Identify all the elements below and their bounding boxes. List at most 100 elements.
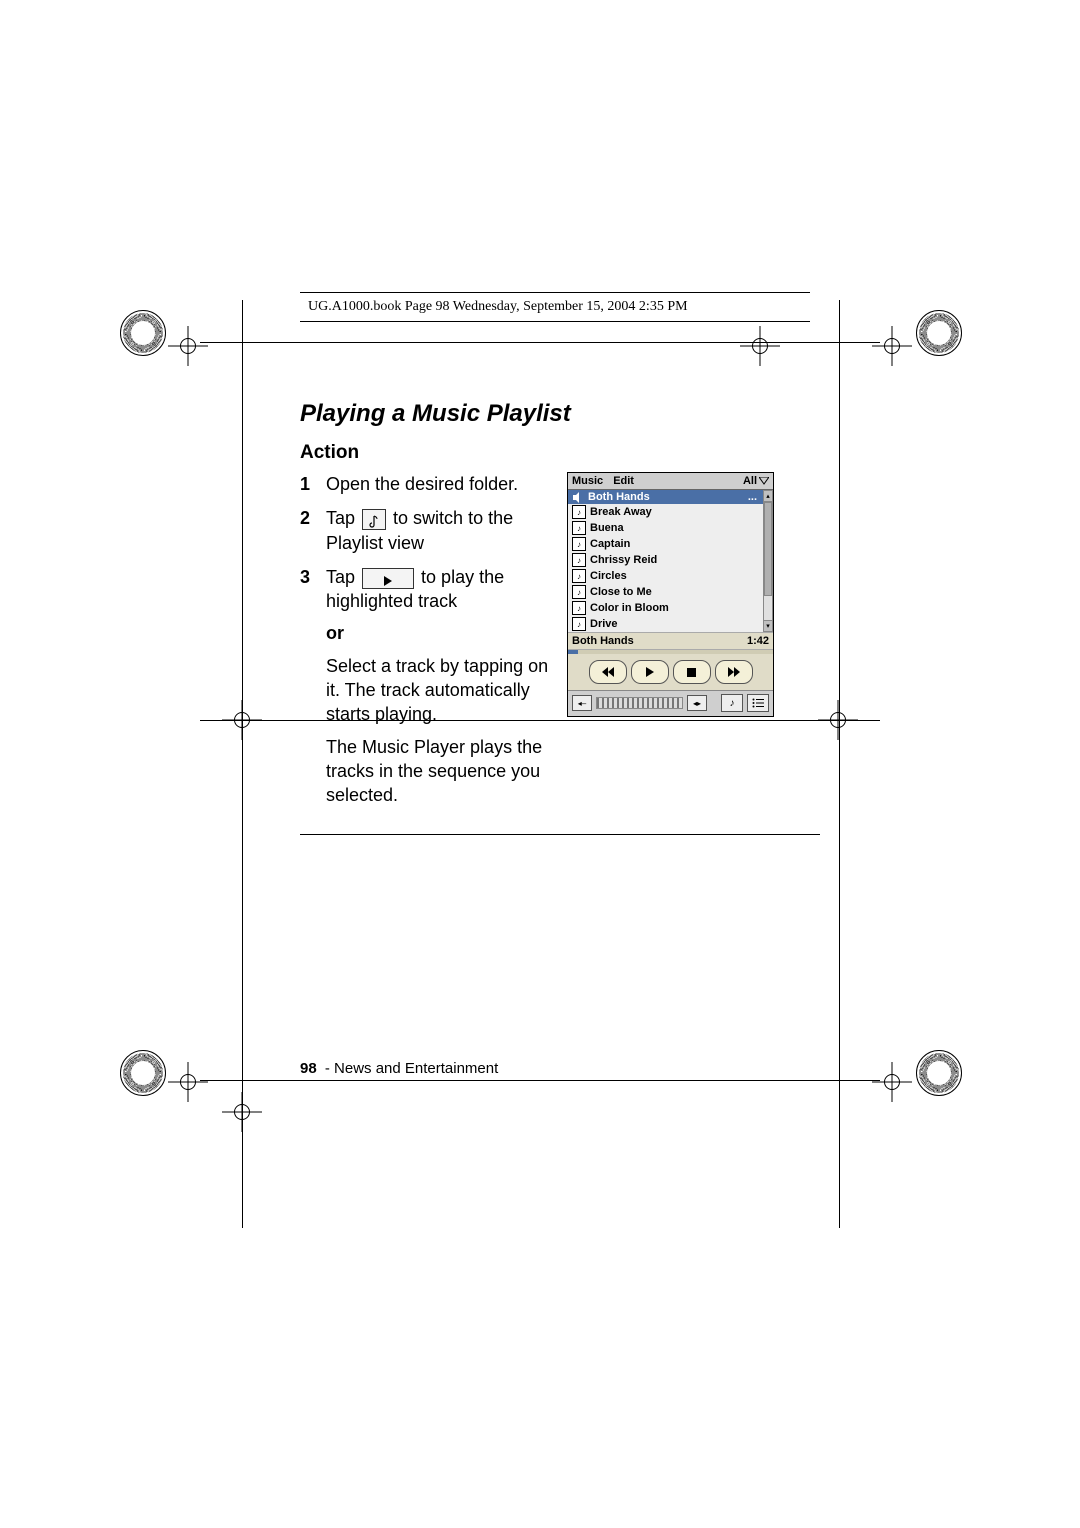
volume-up-button[interactable]: ◂▸ — [687, 695, 707, 711]
track-label: Close to Me — [590, 586, 652, 598]
content: Playing a Music Playlist Action 1 Open t… — [300, 400, 820, 835]
volume-down-button[interactable]: ◂– — [572, 695, 592, 711]
play-icon — [646, 667, 654, 677]
crosshair-icon — [740, 326, 780, 366]
scroll-up-icon[interactable]: ▴ — [763, 490, 773, 502]
step-number: 2 — [300, 506, 312, 555]
or-label: or — [326, 621, 555, 645]
track-label: Captain — [590, 538, 630, 550]
bottom-bar: ◂– ◂▸ ♪ — [568, 690, 773, 716]
music-view-button[interactable]: ♪ — [721, 694, 743, 712]
track-row[interactable]: ♪ Break Away — [568, 504, 763, 520]
now-playing-time: 1:42 — [747, 635, 769, 647]
tracklist: Both Hands ... ♪ Break Away ♪ Buena — [568, 490, 763, 632]
playback-controls — [568, 654, 773, 690]
track-row[interactable]: ♪ Color in Bloom — [568, 600, 763, 616]
play-button[interactable] — [631, 660, 669, 684]
step-note: The Music Player plays the tracks in the… — [326, 735, 555, 808]
menu-all-label: All — [743, 475, 757, 487]
crop-guide — [839, 300, 840, 1228]
step-number: 3 — [300, 565, 312, 808]
step-alt: Select a track by tapping on it. The tra… — [326, 656, 548, 725]
running-header: UG.A1000.book Page 98 Wednesday, Septemb… — [300, 292, 810, 322]
ellipsis-icon: ... — [748, 491, 759, 503]
rewind-icon — [602, 667, 614, 677]
scroll-down-icon[interactable]: ▾ — [763, 620, 773, 632]
crosshair-icon — [222, 1092, 262, 1132]
section-title: Playing a Music Playlist — [300, 400, 820, 428]
track-icon: ♪ — [572, 521, 586, 535]
track-label: Drive — [590, 618, 618, 630]
step-text: Tap to play the highlighted track or Sel… — [326, 565, 555, 808]
crop-guide — [242, 300, 243, 1228]
page-footer: 98 - News and Entertainment — [300, 1060, 498, 1077]
divider — [300, 834, 820, 835]
reg-mark-icon — [916, 310, 962, 356]
track-label: Circles — [590, 570, 627, 582]
track-row[interactable]: ♪ Chrissy Reid — [568, 552, 763, 568]
chevron-down-icon — [759, 477, 769, 485]
crosshair-icon — [872, 1062, 912, 1102]
forward-icon — [728, 667, 740, 677]
reg-mark-icon — [916, 1050, 962, 1096]
track-label: Break Away — [590, 506, 652, 518]
crosshair-icon — [818, 700, 858, 740]
track-icon: ♪ — [572, 617, 586, 631]
running-header-text: UG.A1000.book Page 98 Wednesday, Septemb… — [300, 293, 810, 321]
track-row-selected[interactable]: Both Hands ... — [568, 490, 763, 504]
volume-slider[interactable] — [596, 697, 683, 709]
step-number: 1 — [300, 472, 312, 496]
forward-button[interactable] — [715, 660, 753, 684]
track-row[interactable]: ♪ Close to Me — [568, 584, 763, 600]
page: UG.A1000.book Page 98 Wednesday, Septemb… — [0, 0, 1080, 1528]
now-playing-bar: Both Hands 1:42 — [568, 632, 773, 649]
crop-guide — [200, 1080, 880, 1081]
action-heading: Action — [300, 442, 820, 464]
phone-figure: Music Edit All — [567, 472, 772, 818]
speaker-icon — [572, 491, 584, 503]
reg-mark-icon — [120, 1050, 166, 1096]
scroll-thumb[interactable] — [764, 502, 772, 596]
track-row[interactable]: ♪ Buena — [568, 520, 763, 536]
steps-column: 1 Open the desired folder. 2 Tap to swit… — [300, 472, 555, 818]
stop-button[interactable] — [673, 660, 711, 684]
track-icon: ♪ — [572, 537, 586, 551]
track-icon: ♪ — [572, 601, 586, 615]
menu-edit[interactable]: Edit — [613, 475, 634, 487]
menu-all[interactable]: All — [743, 475, 769, 487]
crosshair-icon — [168, 326, 208, 366]
play-icon — [362, 568, 414, 589]
list-view-button[interactable] — [747, 694, 769, 712]
phone-screen: Music Edit All — [567, 472, 774, 717]
now-playing-title: Both Hands — [572, 635, 634, 647]
track-icon: ♪ — [572, 553, 586, 567]
track-label: Buena — [590, 522, 624, 534]
list-icon — [752, 698, 764, 708]
track-label: Color in Bloom — [590, 602, 669, 614]
music-note-icon — [362, 509, 386, 530]
step-pre: Tap — [326, 567, 360, 587]
crosshair-icon — [872, 326, 912, 366]
reg-mark-icon — [120, 310, 166, 356]
step-pre: Tap — [326, 508, 360, 528]
scroll-track[interactable] — [763, 502, 773, 620]
step-text: Tap to switch to the Playlist view — [326, 506, 555, 555]
track-icon: ♪ — [572, 585, 586, 599]
track-icon: ♪ — [572, 505, 586, 519]
track-label: Chrissy Reid — [590, 554, 657, 566]
crosshair-icon — [222, 700, 262, 740]
track-row[interactable]: ♪ Circles — [568, 568, 763, 584]
track-label: Both Hands — [588, 491, 650, 503]
menu-music[interactable]: Music — [572, 475, 603, 487]
scrollbar[interactable]: ▴ ▾ — [763, 490, 773, 632]
crosshair-icon — [168, 1062, 208, 1102]
progress-bar[interactable] — [568, 649, 773, 654]
track-row[interactable]: ♪ Drive — [568, 616, 763, 632]
stop-icon — [687, 668, 696, 677]
track-icon: ♪ — [572, 569, 586, 583]
page-number: 98 — [300, 1060, 317, 1077]
rewind-button[interactable] — [589, 660, 627, 684]
phone-menubar: Music Edit All — [568, 473, 773, 490]
step-text: Open the desired folder. — [326, 472, 555, 496]
track-row[interactable]: ♪ Captain — [568, 536, 763, 552]
